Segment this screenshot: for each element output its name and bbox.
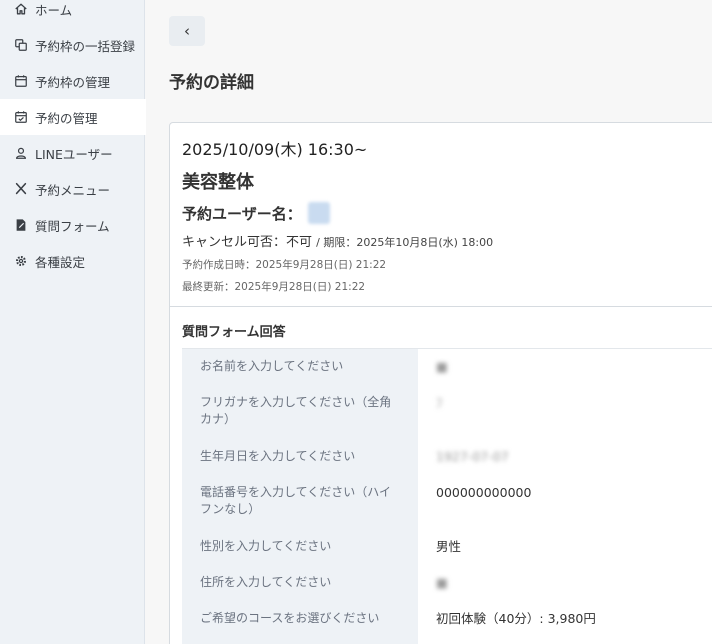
table-row: フリガナを入力してください（全角カナ） ﾌ — [182, 385, 712, 439]
sidebar-item-bulk-register[interactable]: 予約枠の一括登録 — [0, 27, 145, 63]
reservation-datetime: 2025/10/09(木) 16:30~ — [182, 140, 368, 159]
sidebar-item-question-form[interactable]: 質問フォーム — [0, 207, 145, 243]
sidebar-item-reservation-menu[interactable]: 予約メニュー — [0, 171, 145, 207]
cancel-status: キャンセル可否：不可 — [182, 235, 313, 250]
sidebar-item-label: 予約メニュー — [35, 182, 111, 198]
menu-name: 美容整体 — [182, 172, 254, 193]
answer-cell: 1927-07-07 — [436, 449, 509, 464]
form-section-title: 質問フォーム回答 — [182, 325, 286, 340]
sidebar-item-home[interactable]: ホーム — [0, 0, 145, 27]
sidebar-item-label: 質問フォーム — [35, 218, 110, 234]
form-icon — [14, 218, 28, 232]
table-row: 住所を入力してください ■ — [182, 565, 712, 601]
sidebar-item-line-users[interactable]: LINEユーザー — [0, 135, 145, 171]
answer-cell: 000000000000 — [436, 485, 532, 500]
calendar-check-icon — [14, 110, 28, 124]
page-title: 予約の詳細 — [169, 73, 254, 93]
qa-table: お名前を入力してください ■ フリガナを入力してください（全角カナ） ﾌ 生年月… — [182, 348, 712, 644]
main-content: ‹ 予約の詳細 2025/10/09(木) 16:30~ 美容整体 予約ユーザー… — [146, 0, 712, 644]
answer-cell: ■ — [436, 575, 448, 590]
table-row: 生年月日を入力してください 1927-07-07 — [182, 439, 712, 475]
question-cell: ご希望のコースをお選びください — [182, 601, 418, 644]
table-row: ご希望のコースをお選びください 初回体験（40分）: 3,980円 — [182, 601, 712, 644]
answer-cell: ﾌ — [436, 395, 443, 410]
question-cell: 電話番号を入力してください（ハイフンなし） — [182, 475, 418, 529]
sidebar-item-settings[interactable]: 各種設定 — [0, 243, 145, 279]
table-row: お名前を入力してください ■ — [182, 349, 712, 385]
sidebar-item-label: LINEユーザー — [35, 146, 113, 162]
cancel-row: キャンセル可否：不可 / 期限：2025年10月8日(水) 18:00 — [182, 231, 712, 250]
sidebar-item-reservation-management[interactable]: 予約の管理 — [0, 99, 146, 135]
created-at: 予約作成日時：2025年9月28日(日) 21:22 — [182, 259, 387, 271]
gear-icon — [14, 254, 28, 268]
answer-cell: ■ — [436, 359, 448, 374]
table-row: 性別を入力してください 男性 — [182, 529, 712, 565]
reservation-summary: 2025/10/09(木) 16:30~ 美容整体 予約ユーザー名： ■ キャン… — [170, 123, 712, 307]
reservation-card: 2025/10/09(木) 16:30~ 美容整体 予約ユーザー名： ■ キャン… — [169, 122, 712, 644]
sidebar: ホーム 予約枠の一括登録 予約枠の管理 予約の管理 LINEユーザー 予約メニュ… — [0, 0, 146, 644]
sidebar-item-label: ホーム — [35, 2, 73, 18]
utensils-icon — [14, 182, 28, 196]
user-name[interactable]: ■ — [307, 202, 330, 224]
user-label: 予約ユーザー名： — [182, 204, 302, 223]
question-cell: お名前を入力してください — [182, 349, 418, 385]
home-icon — [14, 2, 28, 16]
question-cell: 住所を入力してください — [182, 565, 418, 601]
question-cell: フリガナを入力してください（全角カナ） — [182, 385, 418, 439]
question-cell: 生年月日を入力してください — [182, 439, 418, 475]
table-row: 電話番号を入力してください（ハイフンなし） 000000000000 — [182, 475, 712, 529]
sidebar-item-slot-management[interactable]: 予約枠の管理 — [0, 63, 145, 99]
sidebar-item-label: 予約枠の一括登録 — [35, 38, 136, 54]
sidebar-item-label: 各種設定 — [35, 254, 86, 270]
user-icon — [14, 146, 28, 160]
back-button[interactable]: ‹ — [169, 16, 205, 46]
sidebar-item-label: 予約枠の管理 — [35, 74, 111, 90]
calendar-icon — [14, 74, 28, 88]
answer-cell: 初回体験（40分）: 3,980円 — [436, 611, 596, 626]
question-cell: 性別を入力してください — [182, 529, 418, 565]
user-row: 予約ユーザー名： ■ — [182, 202, 712, 224]
answer-cell: 男性 — [436, 539, 462, 554]
updated-at: 最終更新：2025年9月28日(日) 21:22 — [182, 281, 366, 293]
sidebar-item-label: 予約の管理 — [35, 110, 98, 126]
copy-icon — [14, 38, 28, 52]
cancel-deadline: / 期限：2025年10月8日(水) 18:00 — [316, 236, 494, 249]
